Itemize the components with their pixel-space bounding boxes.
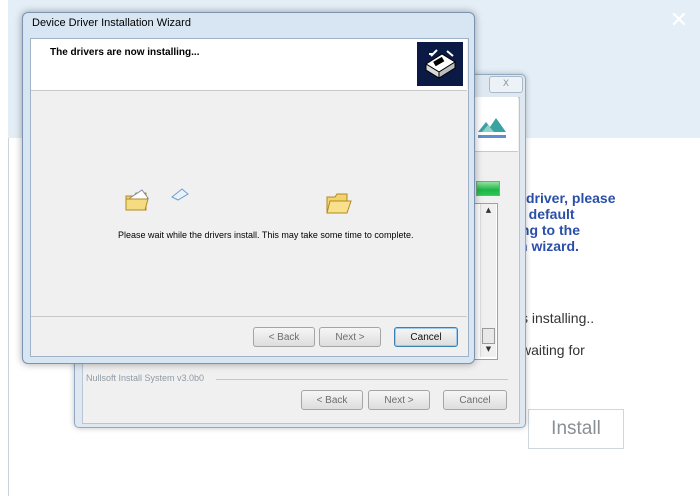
wizard-title: Device Driver Installation Wizard xyxy=(32,17,191,29)
installer-progress-bar xyxy=(476,181,500,196)
wizard-cancel-button[interactable]: Cancel xyxy=(394,327,458,347)
wizard-status-message: Please wait while the drivers install. T… xyxy=(118,230,414,240)
installer-back-button[interactable]: < Back xyxy=(301,390,363,410)
wizard-heading: The drivers are now installing... xyxy=(50,47,200,58)
background-instruction-line-1: driver, please xyxy=(526,190,616,206)
installer-close-icon[interactable]: X xyxy=(489,76,523,93)
installer-branding: Nullsoft Install System v3.0b0 xyxy=(86,373,205,383)
wizard-logo-icon xyxy=(417,42,463,86)
wizard-next-button[interactable]: Next > xyxy=(319,327,381,347)
wizard-back-button[interactable]: < Back xyxy=(253,327,315,347)
scroll-down-icon[interactable]: ▼ xyxy=(481,345,496,353)
installer-next-button[interactable]: Next > xyxy=(368,390,430,410)
background-close-icon[interactable]: ✕ xyxy=(666,8,692,34)
install-button[interactable]: Install xyxy=(528,409,624,449)
source-folder-icon xyxy=(125,189,149,211)
installer-logo-icon xyxy=(478,118,506,138)
background-status-line-1: s installing.. xyxy=(521,310,595,326)
background-instruction-line-4: n wizard. xyxy=(519,238,579,254)
scroll-up-icon[interactable]: ▲ xyxy=(481,206,496,214)
background-instruction-line-3: ing to the xyxy=(517,222,580,238)
installer-scroll-thumb[interactable] xyxy=(482,328,495,344)
wizard-button-separator xyxy=(31,316,467,317)
installer-branding-divider xyxy=(216,379,508,380)
background-status-line-2: waiting for xyxy=(521,342,585,358)
destination-folder-icon xyxy=(326,193,352,214)
installer-cancel-button[interactable]: Cancel xyxy=(443,390,507,410)
flying-document-icon xyxy=(171,188,189,201)
